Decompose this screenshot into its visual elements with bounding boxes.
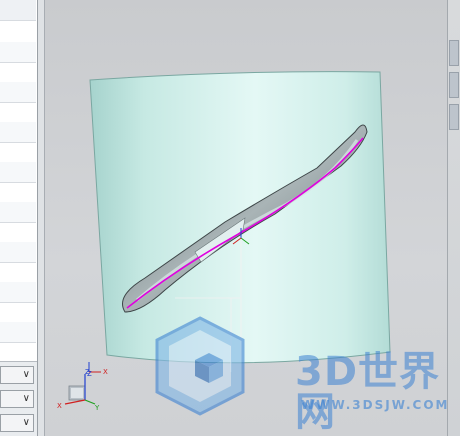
resource-tab[interactable] <box>449 40 459 66</box>
table-row[interactable] <box>0 222 36 243</box>
table-row[interactable] <box>0 302 36 323</box>
table-row[interactable] <box>0 242 36 263</box>
dropdown-2[interactable]: ∨ <box>0 390 34 408</box>
origin-x-label: X <box>103 368 108 376</box>
resource-tab[interactable] <box>449 104 459 130</box>
table-row[interactable] <box>0 22 36 43</box>
graphics-viewport[interactable]: Z X Z X Y 3D世界网 WWW.3DSJW.COM <box>45 0 448 436</box>
table-row[interactable] <box>0 42 36 63</box>
table-row[interactable] <box>0 282 36 303</box>
watermark-url: WWW.3DSJW.COM <box>301 398 450 412</box>
property-panel: ∨ ∨ ∨ <box>0 0 38 436</box>
triad-x-label: X <box>57 402 62 410</box>
table-row[interactable] <box>0 82 36 103</box>
table-row[interactable] <box>0 262 36 283</box>
chevron-down-icon: ∨ <box>22 369 30 380</box>
watermark-brand: 3D世界网 <box>295 349 441 435</box>
resource-tab[interactable] <box>449 72 459 98</box>
resource-bar <box>447 0 460 436</box>
table-row[interactable] <box>0 162 36 183</box>
table-row[interactable] <box>0 342 36 363</box>
panel-splitter[interactable] <box>38 0 45 436</box>
table-row[interactable] <box>0 202 36 223</box>
dropdown-3[interactable]: ∨ <box>0 414 34 432</box>
panel-footer: ∨ ∨ ∨ <box>0 361 37 436</box>
table-row[interactable] <box>0 142 36 163</box>
triad-y-label: Y <box>94 404 100 412</box>
cube-logo-icon <box>155 316 245 416</box>
dropdown-1[interactable]: ∨ <box>0 366 34 384</box>
triad-z-label: Z <box>87 370 92 378</box>
chevron-down-icon: ∨ <box>22 393 30 404</box>
view-triad[interactable]: Z X Y <box>57 370 100 412</box>
table-row[interactable] <box>0 62 36 83</box>
table-row[interactable] <box>0 322 36 343</box>
table-row[interactable] <box>0 122 36 143</box>
panel-header-row <box>0 0 36 21</box>
chevron-down-icon: ∨ <box>22 417 30 428</box>
table-row[interactable] <box>0 182 36 203</box>
table-row[interactable] <box>0 102 36 123</box>
